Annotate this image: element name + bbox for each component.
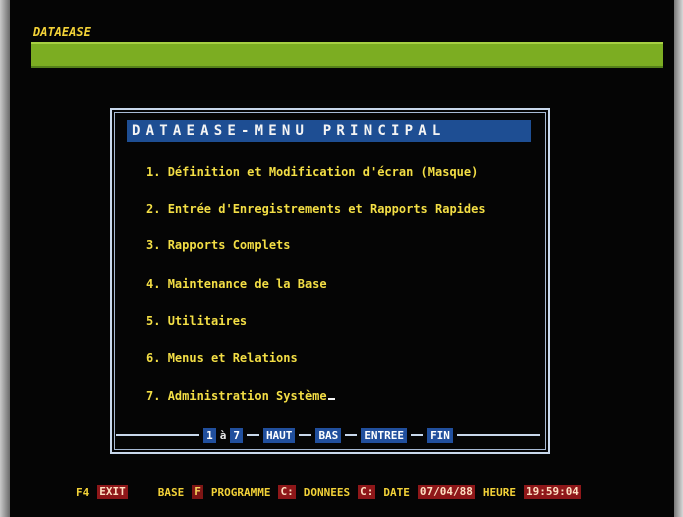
programme-value: C: — [278, 485, 296, 499]
menu-item-label: Maintenance de la Base — [167, 277, 327, 291]
menu-title: DATAEASE-MENU PRINCIPAL — [127, 120, 531, 142]
menu-item-complete-reports[interactable]: 3. Rapports Complets — [146, 236, 291, 254]
menu-item-base-maintenance[interactable]: 4. Maintenance de la Base — [146, 275, 327, 293]
heure-label: HEURE — [482, 485, 516, 499]
heure-value: 19:59:04 — [523, 485, 581, 499]
base-value: F — [192, 485, 203, 499]
separator-line — [411, 434, 424, 436]
menu-item-label: Définition et Modification d'écran (Masq… — [167, 165, 479, 179]
monitor-bezel-left — [0, 0, 10, 517]
key-bas[interactable]: BAS — [315, 427, 342, 443]
border-line — [456, 434, 540, 436]
menu-item-number: 5. — [146, 314, 161, 328]
menu-item-system-administration[interactable]: 7. Administration Système — [146, 387, 335, 405]
donnees-label: DONNEES — [303, 485, 351, 499]
donnees-value: C: — [358, 485, 376, 499]
programme-label: PROGRAMME — [210, 485, 271, 499]
monitor-bezel-right — [674, 0, 683, 517]
base-label: BASE — [157, 485, 185, 499]
menu-item-records-entry[interactable]: 2. Entrée d'Enregistrements et Rapports … — [146, 200, 486, 218]
app-title: DATAEASE — [33, 25, 91, 39]
date-value: 07/04/88 — [417, 485, 475, 499]
menu-item-number: 7. — [146, 389, 161, 403]
menu-item-number: 6. — [146, 351, 161, 365]
border-line — [116, 434, 200, 436]
menu-item-number: 4. — [146, 277, 161, 291]
key-last[interactable]: 7 — [230, 427, 243, 443]
menu-item-menus-relations[interactable]: 6. Menus et Relations — [146, 349, 298, 367]
key-first[interactable]: 1 — [203, 427, 216, 443]
menu-item-screen-definition[interactable]: 1. Définition et Modification d'écran (M… — [146, 163, 478, 181]
menu-item-utilities[interactable]: 5. Utilitaires — [146, 312, 247, 330]
text-cursor — [327, 398, 335, 400]
key-hint-bar: 1 à 7 HAUT BAS ENTREE FIN — [116, 427, 540, 443]
separator-line — [246, 434, 259, 436]
menu-item-label: Entrée d'Enregistrements et Rapports Rap… — [167, 202, 486, 216]
separator-line — [299, 434, 312, 436]
menu-item-number: 3. — [146, 238, 161, 252]
menu-item-label: Rapports Complets — [167, 238, 291, 252]
menu-item-label: Menus et Relations — [167, 351, 298, 365]
key-entree[interactable]: ENTREE — [361, 427, 408, 443]
key-fin[interactable]: FIN — [427, 427, 453, 443]
exit-button[interactable]: EXIT — [97, 485, 128, 499]
date-label: DATE — [383, 485, 410, 499]
key-haut[interactable]: HAUT — [262, 427, 296, 443]
key-range-word: à — [219, 428, 227, 442]
bottom-status-bar: F4 EXIT BASE F PROGRAMME C: DONNEES C: D… — [76, 483, 646, 501]
menu-item-number: 1. — [146, 165, 161, 179]
menu-item-label: Utilitaires — [167, 314, 248, 328]
separator-line — [345, 434, 358, 436]
top-status-bar — [31, 42, 663, 68]
menu-item-label: Administration Système — [167, 389, 327, 403]
menu-item-number: 2. — [146, 202, 161, 216]
f4-key-label: F4 — [76, 485, 90, 499]
